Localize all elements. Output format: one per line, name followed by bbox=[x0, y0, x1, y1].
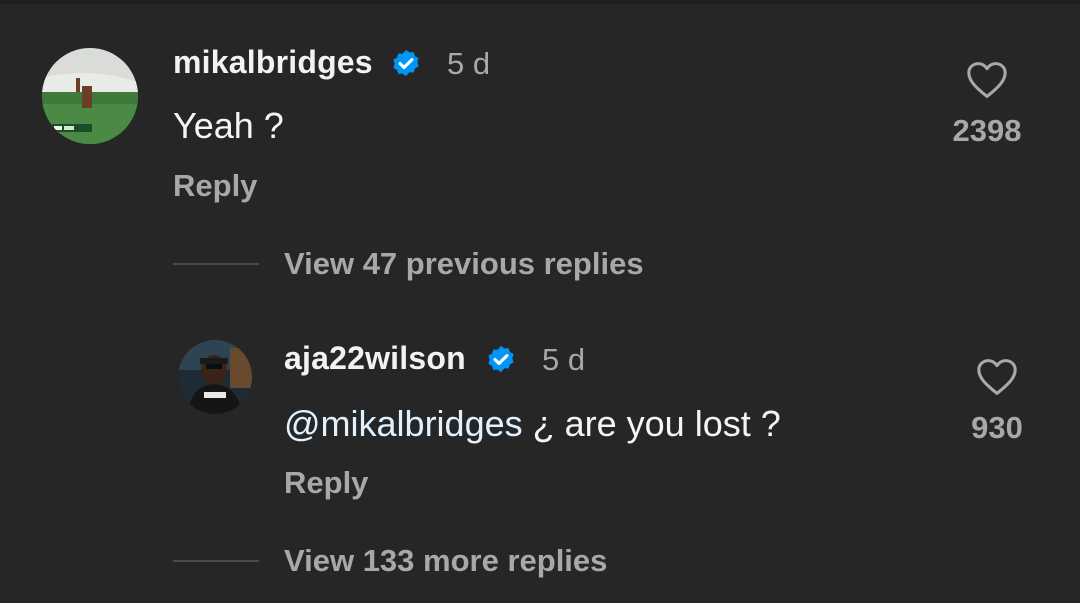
comment-body: ¿ are you lost ? bbox=[522, 403, 781, 444]
reply-button[interactable]: Reply bbox=[284, 465, 368, 501]
thread-line bbox=[173, 263, 259, 265]
avatar[interactable] bbox=[42, 48, 138, 144]
person-avatar-icon bbox=[178, 340, 252, 414]
heart-outline-icon[interactable] bbox=[965, 60, 1009, 105]
view-previous-replies-button[interactable]: View 47 previous replies bbox=[284, 246, 644, 282]
reply-button[interactable]: Reply bbox=[173, 168, 257, 204]
thread-line bbox=[173, 560, 259, 562]
comment-text: Yeah ? bbox=[173, 105, 284, 146]
top-divider bbox=[0, 0, 1080, 4]
comment-text: @mikalbridges ¿ are you lost ? bbox=[284, 403, 781, 445]
username[interactable]: mikalbridges bbox=[173, 44, 373, 81]
view-more-replies-button[interactable]: View 133 more replies bbox=[284, 543, 607, 579]
like-count: 930 bbox=[971, 410, 1023, 445]
like-count: 2398 bbox=[952, 113, 1022, 148]
football-field-avatar-icon bbox=[42, 48, 138, 144]
timestamp: 5 d bbox=[542, 342, 586, 377]
avatar[interactable] bbox=[178, 340, 252, 414]
mention-link[interactable]: @mikalbridges bbox=[284, 403, 523, 444]
username[interactable]: aja22wilson bbox=[284, 340, 466, 377]
timestamp: 5 d bbox=[447, 46, 491, 81]
heart-outline-icon[interactable] bbox=[975, 357, 1019, 402]
verified-badge-icon bbox=[484, 342, 518, 381]
verified-badge-icon bbox=[389, 46, 423, 85]
